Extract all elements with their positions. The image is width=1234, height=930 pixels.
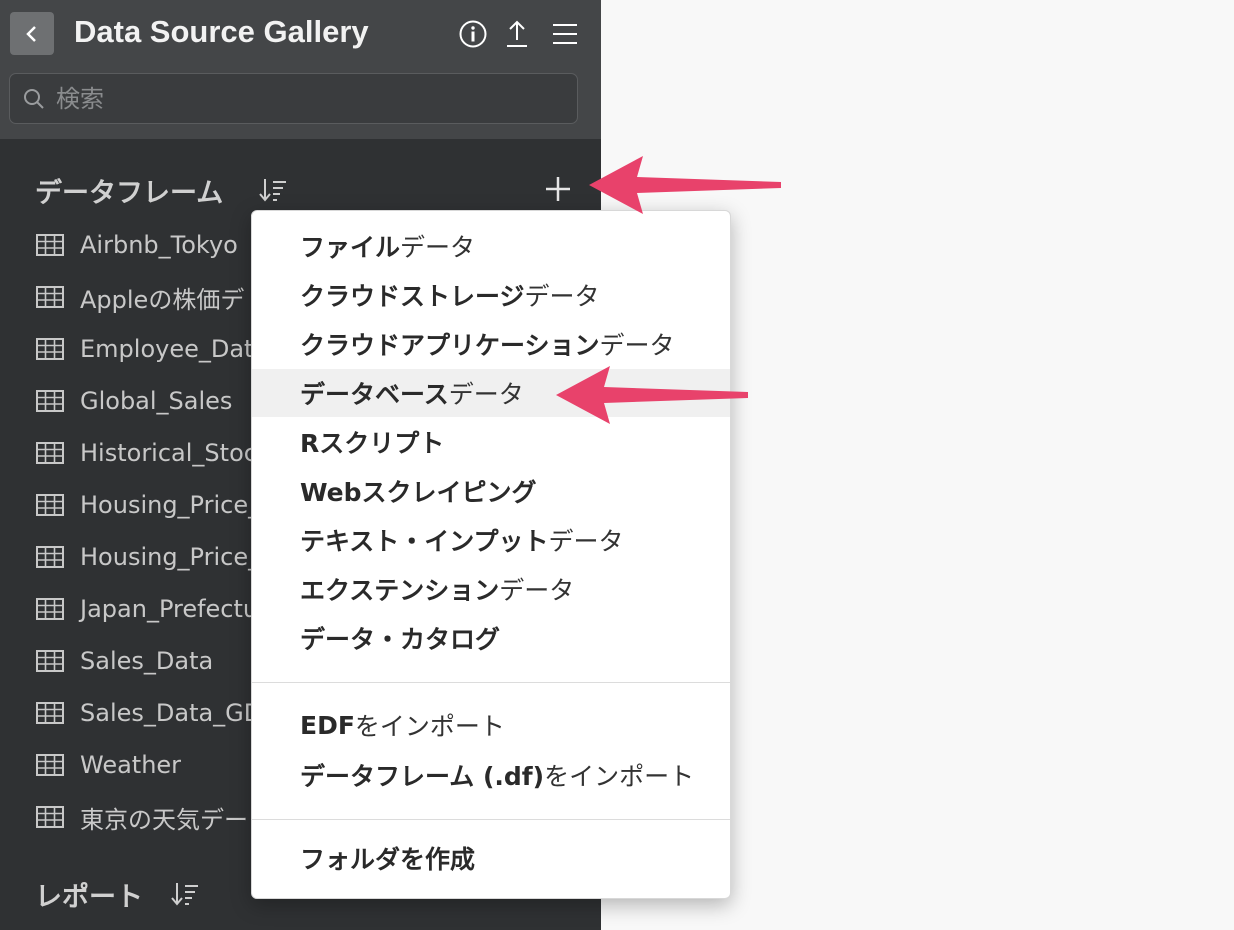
dataframe-item-label: Sales_Data	[80, 647, 214, 675]
dataframe-item[interactable]: Japan_Prefectu	[36, 589, 258, 629]
add-data-menu: ファイル データ クラウドストレージ データ クラウドアプリケーション データ データベース…	[251, 210, 731, 899]
menu-icon	[553, 24, 577, 44]
table-icon	[36, 442, 64, 464]
dataframe-item-label: 東京の天気デー	[80, 805, 248, 834]
arrow-annotation-database	[556, 366, 748, 424]
dataframe-item[interactable]: Housing_Price_	[36, 537, 260, 577]
menu-item-suffix: データ	[448, 380, 524, 409]
sort-icon[interactable]	[258, 177, 288, 203]
menu-item-label: テキスト・インプット	[300, 527, 549, 556]
menu-item-label: エクステンション	[300, 576, 500, 605]
dataframe-item-label: Sales_Data_GD	[80, 699, 263, 727]
arrow-annotation-plus	[589, 156, 781, 214]
menu-item[interactable]: データ・カタログ	[252, 614, 730, 662]
menu-item[interactable]: クラウドアプリケーション データ	[252, 320, 730, 368]
table-icon	[36, 754, 64, 776]
menu-item[interactable]: ファイル データ	[252, 222, 730, 270]
upload-icon	[507, 20, 527, 47]
table-icon	[36, 598, 64, 620]
dataframe-item-label: Weather	[80, 751, 182, 779]
info-icon	[459, 20, 487, 48]
menu-item-label: フォルダを作成	[300, 845, 476, 874]
menu-item-suffix: データ	[599, 331, 675, 360]
menu-item-label: クラウドストレージ	[300, 282, 525, 311]
table-icon	[36, 650, 64, 672]
page-title: Data Source Gallery	[74, 14, 369, 49]
menu-item[interactable]: EDF をインポート	[252, 701, 730, 749]
dataframe-item[interactable]: Global_Sales	[36, 381, 232, 421]
reports-sort-icon[interactable]	[170, 881, 200, 907]
menu-item-label: データフレーム (.df)	[300, 762, 545, 791]
table-icon	[36, 546, 64, 568]
menu-item-suffix: データ	[524, 282, 600, 311]
dataframe-item-label: Airbnb_Tokyo	[80, 231, 238, 259]
dataframe-item[interactable]: Employee_Data	[36, 329, 268, 369]
menu-item-suffix: データ	[499, 576, 575, 605]
menu-item-label: EDF	[300, 710, 355, 740]
dataframe-item-label: Global_Sales	[80, 387, 233, 415]
table-icon	[36, 286, 64, 308]
search-icon	[24, 89, 44, 109]
dataframe-item[interactable]: Housing_Price_	[36, 485, 260, 525]
dataframes-heading: データフレーム	[35, 178, 224, 209]
menu-item-label: クラウドアプリケーション	[300, 331, 600, 360]
menu-item[interactable]: テキスト・インプット データ	[252, 516, 730, 564]
dataframe-item-label: Employee_Data	[80, 335, 269, 363]
table-icon	[36, 390, 64, 412]
menu-item[interactable]: エクステンション データ	[252, 565, 730, 613]
dataframe-item[interactable]: Appleの株価デ	[36, 277, 244, 317]
menu-item[interactable]: データフレーム (.df) をインポート	[252, 751, 730, 799]
menu-button[interactable]	[548, 17, 582, 51]
menu-item-suffix: をインポート	[544, 762, 695, 791]
info-button[interactable]	[456, 17, 490, 51]
dataframe-item-label: Japan_Prefectu	[80, 595, 259, 623]
dataframe-item-label: Appleの株価デ	[80, 285, 245, 314]
menu-item[interactable]: フォルダを作成	[252, 834, 730, 882]
dataframe-item[interactable]: Weather	[36, 745, 181, 785]
search-box	[9, 73, 578, 124]
menu-divider	[252, 819, 730, 820]
table-icon	[36, 702, 64, 724]
menu-item[interactable]: クラウドストレージ データ	[252, 271, 730, 319]
menu-item-label: ファイル	[300, 233, 401, 262]
dataframe-item[interactable]: Historical_Stoc	[36, 433, 257, 473]
back-icon	[26, 25, 36, 42]
table-icon	[36, 338, 64, 360]
top-bar: Data Source Gallery	[0, 0, 601, 139]
dataframe-item[interactable]: 東京の天気デー	[36, 797, 248, 837]
back-button[interactable]	[10, 12, 54, 55]
menu-item[interactable]: Webスクレイピング	[252, 467, 730, 515]
dataframe-item-label: Historical_Stoc	[80, 439, 257, 467]
dataframe-item[interactable]: Airbnb_Tokyo	[36, 225, 238, 265]
dataframe-item-label: Housing_Price_	[80, 543, 261, 571]
dataframe-item[interactable]: Sales_Data_GD	[36, 693, 262, 733]
upload-button[interactable]	[500, 17, 534, 51]
dataframe-item[interactable]: Sales_Data	[36, 641, 213, 681]
menu-item-suffix: データ	[400, 233, 476, 262]
dataframe-item-label: Housing_Price_	[80, 491, 261, 519]
menu-item-suffix: データ	[548, 527, 624, 556]
table-icon	[36, 494, 64, 516]
menu-item-label: Webスクレイピング	[300, 478, 537, 507]
table-icon	[36, 234, 64, 256]
menu-divider	[252, 682, 730, 683]
menu-item-label: Rスクリプト	[300, 429, 445, 458]
table-icon	[36, 806, 64, 828]
menu-item-label: データベース	[300, 380, 449, 409]
menu-item-label: データ・カタログ	[300, 625, 501, 654]
search-input[interactable]	[56, 82, 556, 116]
menu-item-suffix: をインポート	[354, 712, 505, 741]
reports-heading: レポート	[35, 882, 143, 913]
add-dataframe-button[interactable]	[543, 174, 573, 204]
